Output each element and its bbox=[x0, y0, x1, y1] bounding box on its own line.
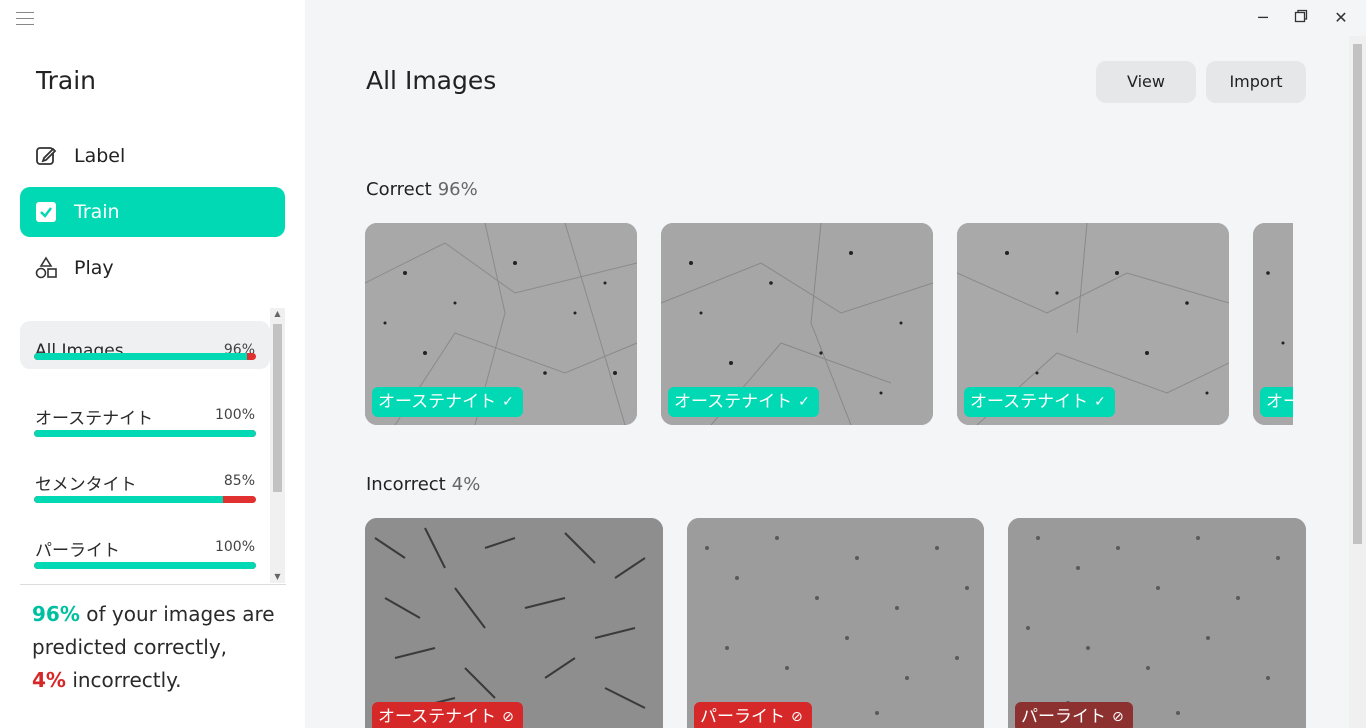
image-thumbnail[interactable]: オーステナイト ✓ bbox=[957, 223, 1229, 425]
class-pct: 100% bbox=[214, 407, 255, 423]
nav-item-train[interactable]: Train bbox=[20, 187, 285, 237]
nav-list: Label Train Play bbox=[20, 131, 285, 299]
class-item[interactable]: オーステナイト 100% bbox=[20, 386, 270, 437]
nav-item-play[interactable]: Play bbox=[20, 243, 285, 293]
prediction-tag: パーライト ⊘ bbox=[1015, 702, 1133, 728]
image-thumbnail[interactable]: オーステナイト ✓ bbox=[661, 223, 933, 425]
class-list: All Images 96% オーステナイト 100% セメンタイト 85% パ… bbox=[20, 308, 270, 582]
sidebar: Train Label Train Play All Images 96% オー… bbox=[0, 0, 305, 728]
check-icon: ✓ bbox=[1094, 394, 1106, 410]
tag-label: オーステナイト bbox=[970, 392, 1089, 412]
prediction-tag: パーライト ⊘ bbox=[694, 702, 812, 728]
correct-pct: 96% bbox=[32, 602, 80, 626]
scrollbar-thumb[interactable] bbox=[273, 324, 282, 492]
tag-label: オーステナイト bbox=[378, 392, 497, 412]
class-list-scrollbar[interactable]: ▲ ▼ bbox=[270, 308, 285, 583]
class-name: パーライト bbox=[35, 541, 120, 561]
micrograph-image bbox=[1008, 518, 1306, 728]
prediction-tag: オー bbox=[1260, 387, 1293, 417]
check-icon: ✓ bbox=[502, 394, 514, 410]
nav-item-label[interactable]: Label bbox=[20, 131, 285, 181]
progress-fill bbox=[34, 496, 223, 503]
class-progress-bar bbox=[34, 496, 256, 503]
tag-label: オーステナイト bbox=[378, 707, 497, 727]
incorrect-pct: 4% bbox=[32, 668, 66, 692]
tag-label: オー bbox=[1266, 392, 1293, 412]
wrong-icon: ⊘ bbox=[1112, 709, 1124, 725]
checkbox-icon bbox=[34, 200, 58, 224]
pencil-icon bbox=[34, 144, 58, 168]
accuracy-summary: 96% of your images are predicted correct… bbox=[32, 598, 282, 697]
prediction-tag: オーステナイト ⊘ bbox=[372, 702, 523, 728]
image-thumbnail[interactable]: パーライト ⊘ bbox=[1008, 518, 1306, 728]
hamburger-menu-icon[interactable] bbox=[16, 12, 34, 26]
section-pct: 96% bbox=[437, 179, 478, 200]
class-progress-bar bbox=[34, 353, 256, 360]
class-name: セメンタイト bbox=[35, 475, 137, 495]
class-item[interactable]: パーライト 100% bbox=[20, 518, 270, 569]
main-scrollbar[interactable] bbox=[1349, 36, 1366, 728]
image-thumbnail[interactable]: パーライト ⊘ bbox=[687, 518, 984, 728]
image-thumbnail[interactable]: オーステナイト ✓ bbox=[365, 223, 637, 425]
class-pct: 100% bbox=[214, 539, 255, 555]
class-pct: 85% bbox=[223, 473, 255, 489]
section-pct: 4% bbox=[451, 474, 481, 495]
incorrect-text: incorrectly. bbox=[65, 668, 182, 692]
sidebar-title: Train bbox=[36, 66, 96, 95]
page-title: All Images bbox=[366, 66, 497, 95]
class-name: オーステナイト bbox=[35, 409, 154, 429]
tag-label: オーステナイト bbox=[674, 392, 793, 412]
class-progress-bar bbox=[34, 430, 256, 437]
progress-fill bbox=[34, 562, 256, 569]
prediction-tag: オーステナイト ✓ bbox=[964, 387, 1115, 417]
divider bbox=[20, 584, 286, 585]
scrollbar-thumb[interactable] bbox=[1353, 44, 1362, 544]
prediction-tag: オーステナイト ✓ bbox=[372, 387, 523, 417]
incorrect-section-title: Incorrect 4% bbox=[366, 474, 480, 495]
tag-label: パーライト bbox=[1021, 707, 1106, 727]
import-button[interactable]: Import bbox=[1206, 61, 1306, 103]
micrograph-image bbox=[365, 518, 663, 728]
micrograph-image bbox=[687, 518, 984, 728]
shapes-icon bbox=[34, 256, 58, 280]
view-button[interactable]: View bbox=[1096, 61, 1196, 103]
nav-label: Train bbox=[74, 201, 120, 223]
section-label: Correct bbox=[366, 179, 432, 200]
progress-fill bbox=[34, 430, 256, 437]
nav-label: Label bbox=[74, 145, 126, 167]
nav-label: Play bbox=[74, 257, 114, 279]
class-item-all-images[interactable]: All Images 96% bbox=[20, 321, 270, 369]
correct-section-title: Correct 96% bbox=[366, 179, 478, 200]
wrong-icon: ⊘ bbox=[502, 709, 514, 725]
image-thumbnail[interactable]: オー bbox=[1253, 223, 1293, 425]
progress-fill bbox=[34, 353, 248, 360]
minimize-icon[interactable]: ─ bbox=[1253, 8, 1273, 28]
prediction-tag: オーステナイト ✓ bbox=[668, 387, 819, 417]
close-icon[interactable]: ✕ bbox=[1331, 8, 1351, 28]
check-icon: ✓ bbox=[798, 394, 810, 410]
restore-icon[interactable] bbox=[1291, 8, 1311, 28]
scroll-down-icon[interactable]: ▼ bbox=[273, 571, 282, 583]
image-thumbnail[interactable]: オーステナイト ⊘ bbox=[365, 518, 663, 728]
wrong-icon: ⊘ bbox=[791, 709, 803, 725]
scroll-up-icon[interactable]: ▲ bbox=[273, 308, 282, 320]
class-progress-bar bbox=[34, 562, 256, 569]
tag-label: パーライト bbox=[700, 707, 785, 727]
class-item[interactable]: セメンタイト 85% bbox=[20, 452, 270, 503]
section-label: Incorrect bbox=[366, 474, 446, 495]
